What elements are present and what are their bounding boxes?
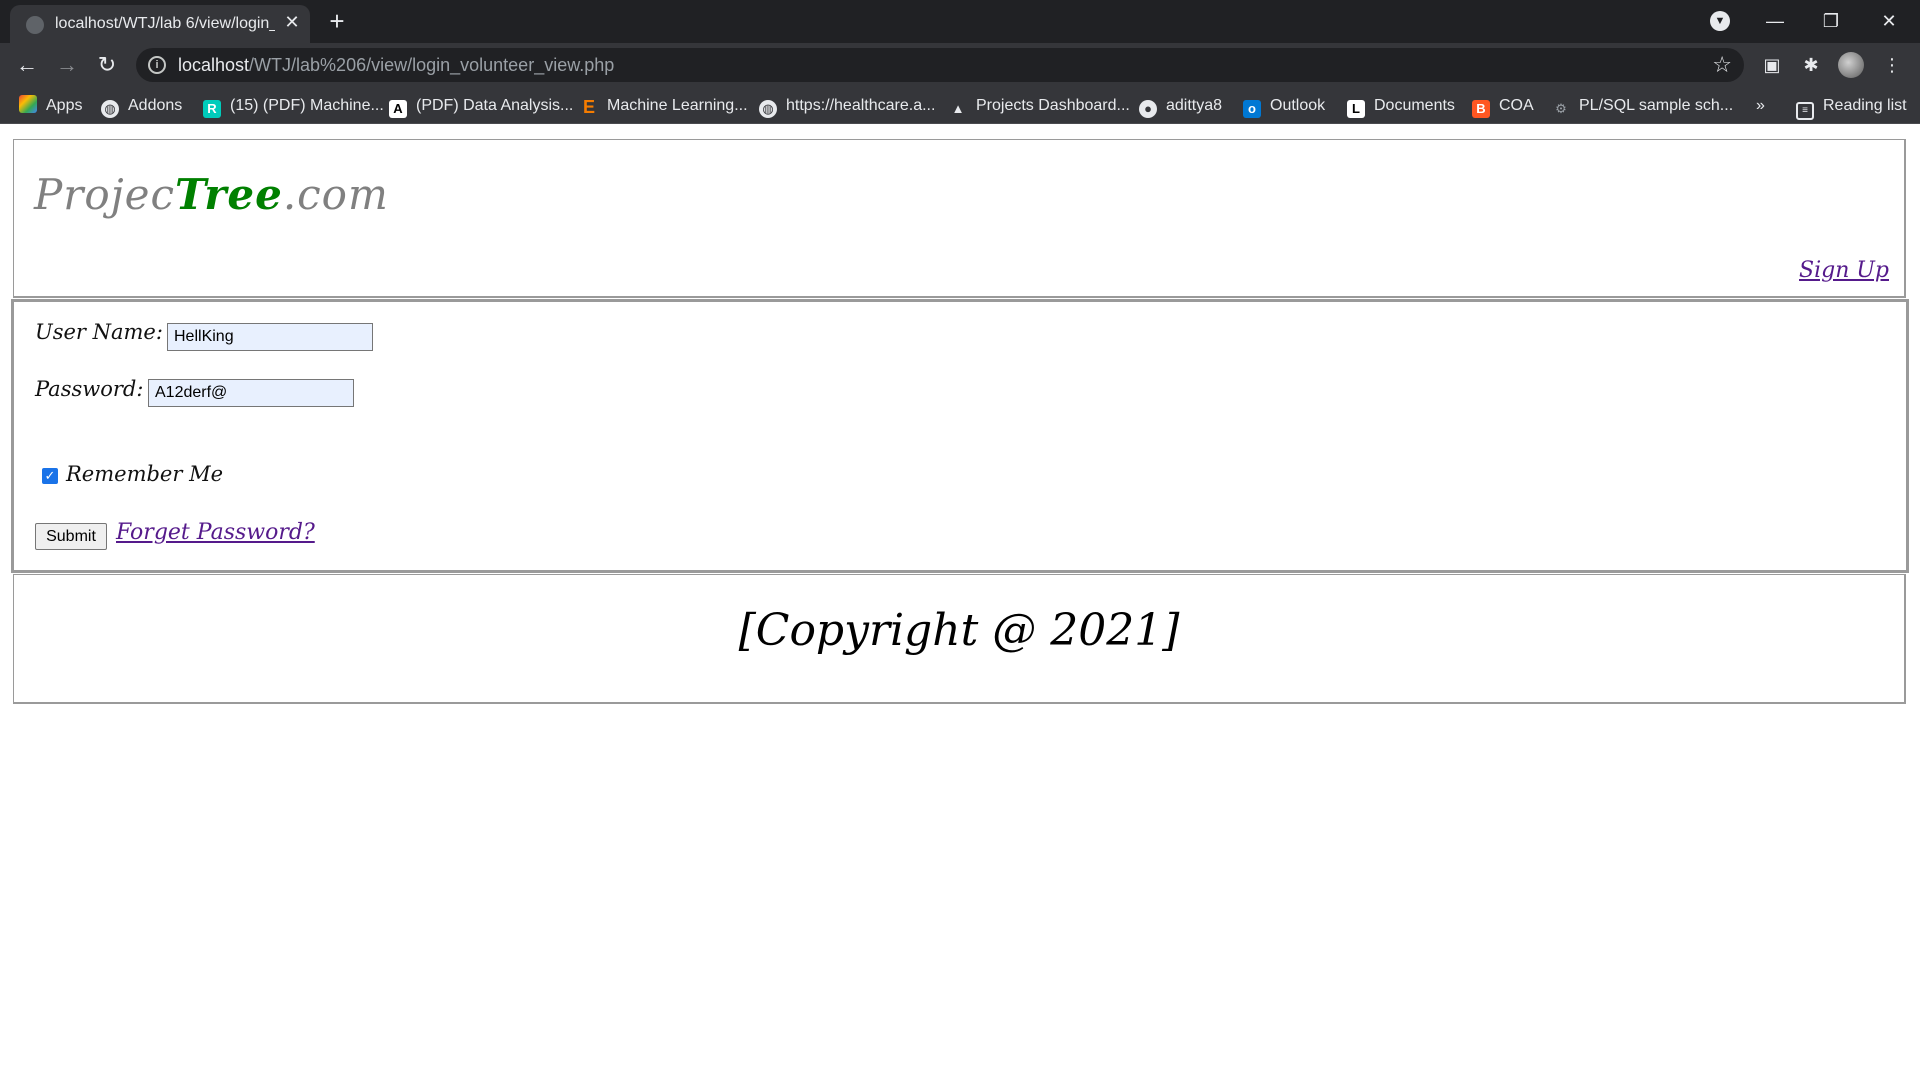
tab-close-icon[interactable]: ✕ <box>282 12 302 32</box>
tab-strip: localhost/WTJ/lab 6/view/login_v ✕ + ▼ —… <box>0 0 1920 43</box>
minimize-button[interactable]: — <box>1752 6 1798 36</box>
extensions-puzzle-icon[interactable]: ✱ <box>1799 53 1823 77</box>
globe-icon: ◍ <box>101 100 119 118</box>
bookmark-github[interactable]: ● adittya8 <box>1139 95 1222 118</box>
username-label: User Name: <box>35 320 163 344</box>
site-header: ProjecTree.com Sign Up <box>13 139 1906 298</box>
remember-me-label: Remember Me <box>66 462 224 486</box>
bookmark-documents[interactable]: L Documents <box>1347 95 1455 118</box>
bookmark-projects-dashboard[interactable]: ▲ Projects Dashboard... <box>949 95 1130 117</box>
site-info-icon[interactable]: i <box>148 56 166 74</box>
remember-me-checkbox[interactable]: ✓ <box>42 468 58 484</box>
url-text: localhost/WTJ/lab%206/view/login_volunte… <box>178 55 615 75</box>
back-arrow-icon[interactable]: ← <box>11 49 43 81</box>
e-icon: E <box>582 97 595 117</box>
tab-search-icon[interactable]: ▼ <box>1710 11 1730 31</box>
github-icon: ● <box>1139 100 1157 118</box>
plsql-icon: ⚙ <box>1555 101 1567 116</box>
bookmark-star-icon[interactable]: ☆ <box>1712 52 1732 78</box>
globe-icon: ◍ <box>759 100 777 118</box>
username-input[interactable] <box>167 323 373 351</box>
password-input[interactable] <box>148 379 354 407</box>
apps-grid-icon <box>19 95 37 113</box>
site-logo: ProjecTree.com <box>34 170 389 219</box>
close-window-button[interactable]: ✕ <box>1866 6 1912 36</box>
profile-avatar[interactable] <box>1838 52 1864 78</box>
new-tab-button[interactable]: + <box>323 8 351 36</box>
bookmark-outlook[interactable]: o Outlook <box>1243 95 1325 118</box>
active-tab[interactable]: localhost/WTJ/lab 6/view/login_v ✕ <box>10 5 310 43</box>
reload-icon[interactable]: ↻ <box>91 49 123 81</box>
bookmark-addons[interactable]: ◍ Addons <box>101 95 182 118</box>
copyright-text: [Copyright @ 2021] <box>738 605 1180 656</box>
bookmark-machine-learning[interactable]: E Machine Learning... <box>580 95 748 117</box>
blogger-icon: B <box>1472 100 1490 118</box>
restore-button[interactable]: ❐ <box>1808 6 1854 36</box>
bookmark-apps[interactable]: Apps <box>19 95 82 117</box>
login-form: User Name: Password: ✓ Remember Me Submi… <box>11 299 1909 573</box>
document-icon: L <box>1347 100 1365 118</box>
reading-list-button[interactable]: ≡ Reading list <box>1796 95 1907 120</box>
page-favicon-icon <box>26 16 44 34</box>
bookmark-plsql[interactable]: ⚙ PL/SQL sample sch... <box>1552 95 1733 117</box>
address-bar[interactable]: i localhost/WTJ/lab%206/view/login_volun… <box>136 48 1744 82</box>
tab-title: localhost/WTJ/lab 6/view/login_v <box>55 15 275 32</box>
menu-kebab-icon[interactable]: ⋮ <box>1880 53 1904 77</box>
more-bookmarks-chevron-icon[interactable]: » <box>1756 95 1765 117</box>
academia-icon: A <box>389 100 407 118</box>
forget-password-link[interactable]: Forget Password? <box>116 520 315 545</box>
researchgate-icon: R <box>203 100 221 118</box>
bookmarks-bar: Apps ◍ Addons R (15) (PDF) Machine... A (PD… <box>0 87 1920 124</box>
browser-toolbar: ← → ↻ i localhost/WTJ/lab%206/view/login… <box>0 43 1920 87</box>
dashboard-icon: ▲ <box>951 101 965 116</box>
password-label: Password: <box>35 377 144 401</box>
reading-list-icon: ≡ <box>1796 102 1814 120</box>
cast-icon[interactable]: ▣ <box>1760 53 1784 77</box>
site-footer: [Copyright @ 2021] <box>13 574 1906 704</box>
sign-up-link[interactable]: Sign Up <box>1799 258 1889 283</box>
outlook-icon: o <box>1243 100 1261 118</box>
bookmark-academia[interactable]: A (PDF) Data Analysis... <box>389 95 573 118</box>
bookmark-coa[interactable]: B COA <box>1472 95 1534 118</box>
submit-button[interactable]: Submit <box>35 523 107 550</box>
forward-arrow-icon[interactable]: → <box>51 49 83 81</box>
bookmark-healthcare[interactable]: ◍ https://healthcare.a... <box>759 95 935 118</box>
bookmark-researchgate[interactable]: R (15) (PDF) Machine... <box>203 95 384 118</box>
